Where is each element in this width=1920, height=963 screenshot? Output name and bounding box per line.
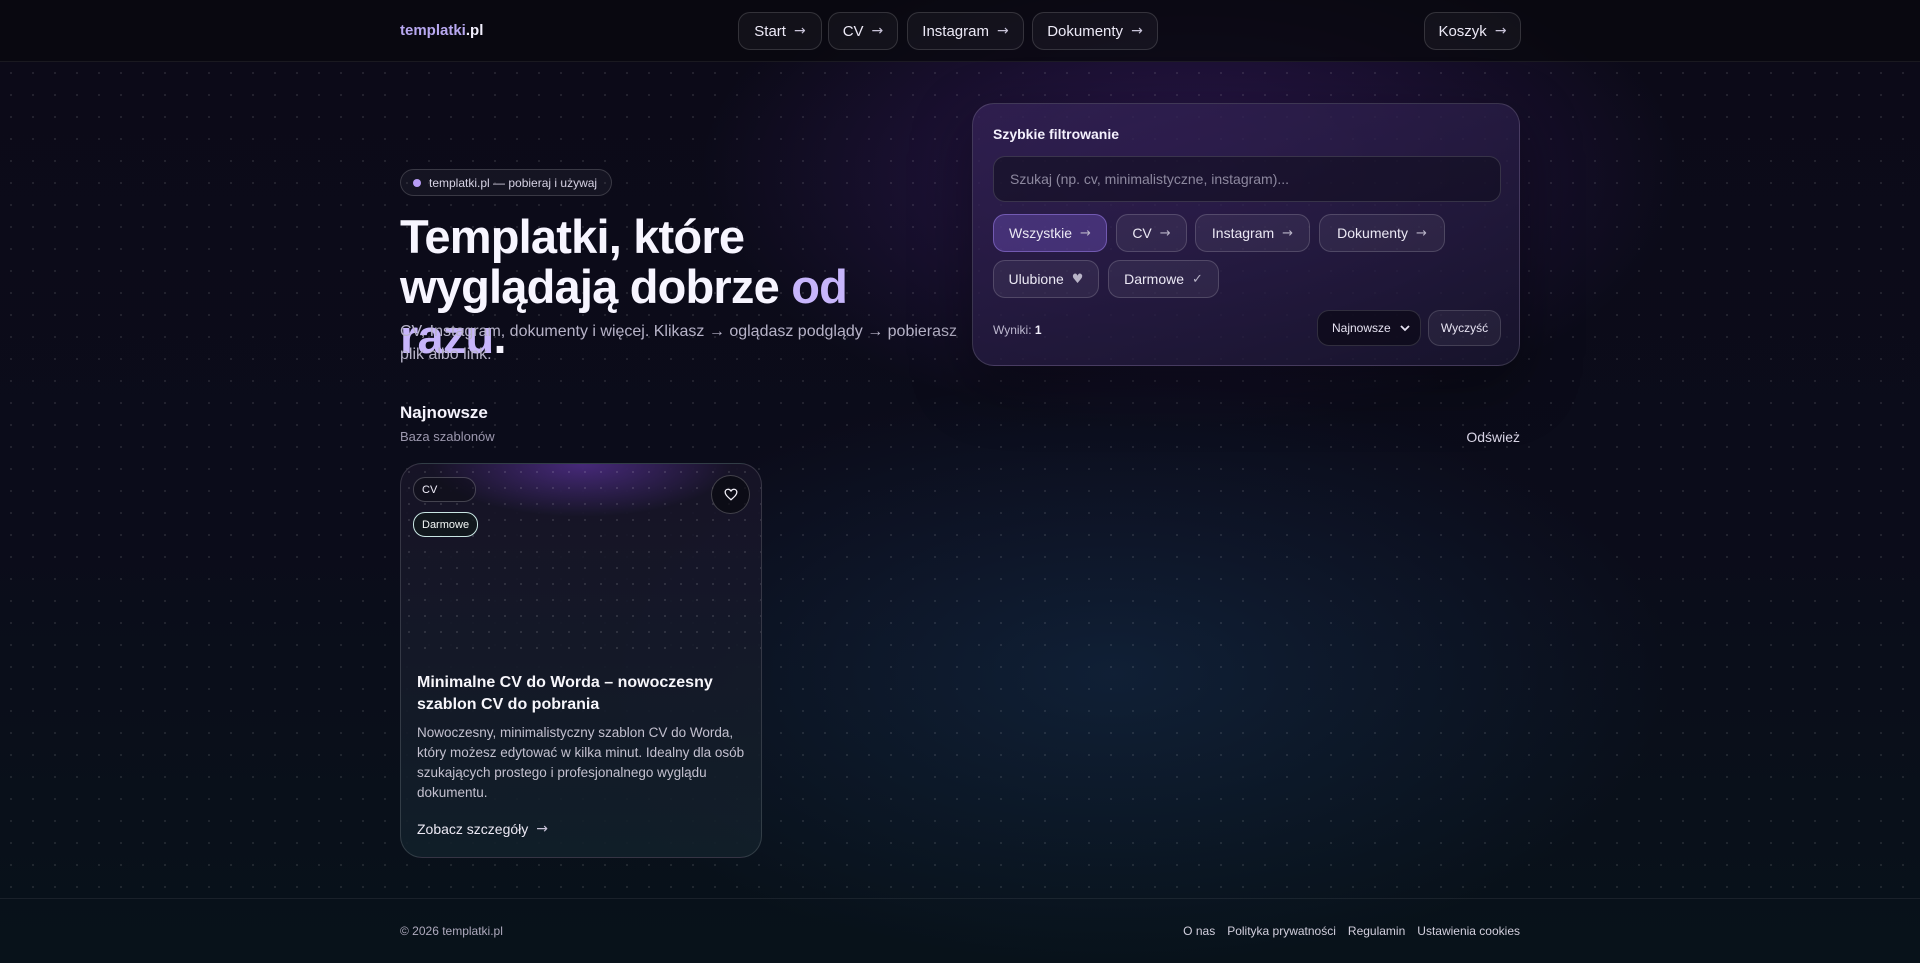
chip-ulubione[interactable]: Ulubione ♥: [993, 260, 1099, 298]
nav-start-label: Start: [754, 22, 786, 40]
hero-badge-text: templatki.pl — pobieraj i używaj: [429, 175, 598, 190]
chip-instagram[interactable]: Instagram →: [1195, 214, 1310, 252]
refresh-link[interactable]: Odśwież: [1440, 429, 1520, 445]
arrow-right-icon: →: [996, 23, 1009, 39]
arrow-right-icon: →: [1282, 225, 1294, 241]
arrow-right-icon: →: [536, 821, 549, 837]
nav-cv-button[interactable]: CV →: [828, 12, 898, 50]
chip-cv[interactable]: CV →: [1116, 214, 1187, 252]
chip-dokumenty[interactable]: Dokumenty →: [1319, 214, 1445, 252]
heart-icon: ♥: [1071, 271, 1084, 287]
cart-button[interactable]: Koszyk →: [1424, 12, 1521, 50]
hero-badge: templatki.pl — pobieraj i używaj: [400, 169, 612, 196]
copyright: © 2026 templatki.pl: [400, 924, 503, 938]
footer-link-cookies[interactable]: Ustawienia cookies: [1417, 924, 1520, 938]
hero-subtitle: CV, Instagram, dokumenty i więcej. Klika…: [400, 323, 958, 363]
arrow-right-icon: →: [1494, 23, 1507, 39]
section-title: Najnowsze: [400, 403, 488, 422]
arrow-right-icon: →: [1159, 225, 1171, 241]
category-tag: CV: [413, 477, 476, 502]
arrow-right-icon: →: [1080, 225, 1091, 241]
chip-darmowe[interactable]: Darmowe ✓: [1108, 260, 1219, 298]
chip-wszystkie[interactable]: Wszystkie →: [993, 214, 1107, 252]
sort-select[interactable]: Najnowsze: [1317, 310, 1421, 346]
checkmark-icon: ✓: [1192, 271, 1203, 287]
nav-cv-label: CV: [842, 22, 864, 40]
results-count: Wyniki: 1: [993, 323, 1042, 337]
filter-panel-title: Szybkie filtrowanie: [993, 126, 1120, 142]
footer-links: O nas Polityka prywatności Regulamin Ust…: [1183, 924, 1520, 938]
dotted-background: [0, 62, 1920, 902]
card-title: Minimalne CV do Worda – nowoczesny szabl…: [417, 674, 713, 713]
chevron-down-icon: [1400, 325, 1410, 332]
badge-dot-icon: [413, 178, 421, 187]
nav-instagram-label: Instagram: [922, 22, 989, 40]
arrow-right-icon: →: [1131, 23, 1143, 39]
sort-selected-value: Najnowsze: [1332, 321, 1391, 335]
section-subtitle: Baza szablonów: [400, 429, 495, 444]
footer-link-about[interactable]: O nas: [1183, 924, 1215, 938]
favorite-button[interactable]: [711, 475, 750, 514]
nav-dokumenty-label: Dokumenty: [1047, 22, 1124, 40]
heart-outline-icon: [724, 488, 737, 501]
top-navbar: templatki.pl Start → CV → Instagram → Do…: [0, 0, 1920, 62]
arrow-right-icon: →: [1415, 225, 1427, 241]
footer-link-privacy[interactable]: Polityka prywatności: [1227, 924, 1336, 938]
site-logo[interactable]: templatki.pl: [400, 22, 483, 39]
footer: © 2026 templatki.pl O nas Polityka prywa…: [0, 898, 1920, 963]
search-input[interactable]: [993, 156, 1501, 202]
see-details-link[interactable]: Zobacz szczegóły →: [417, 821, 548, 837]
nav-dokumenty-button[interactable]: Dokumenty →: [1032, 12, 1158, 50]
free-badge: Darmowe: [413, 512, 479, 537]
card-description: Nowoczesny, minimalistyczny szablon CV d…: [417, 725, 745, 800]
arrow-right-icon: →: [793, 23, 806, 39]
quick-filter-panel: Szybkie filtrowanie Wszystkie→ CV→ Insta…: [972, 103, 1520, 366]
footer-link-terms[interactable]: Regulamin: [1348, 924, 1405, 938]
arrow-right-icon: →: [871, 23, 884, 39]
nav-instagram-button[interactable]: Instagram →: [907, 12, 1024, 50]
template-card[interactable]: CV Darmowe Minimalne CV do Worda – nowoc…: [400, 463, 762, 858]
nav-start-button[interactable]: Start →: [738, 12, 822, 50]
cart-label: Koszyk: [1438, 22, 1487, 40]
clear-filters-button[interactable]: Wyczyść: [1428, 310, 1501, 346]
